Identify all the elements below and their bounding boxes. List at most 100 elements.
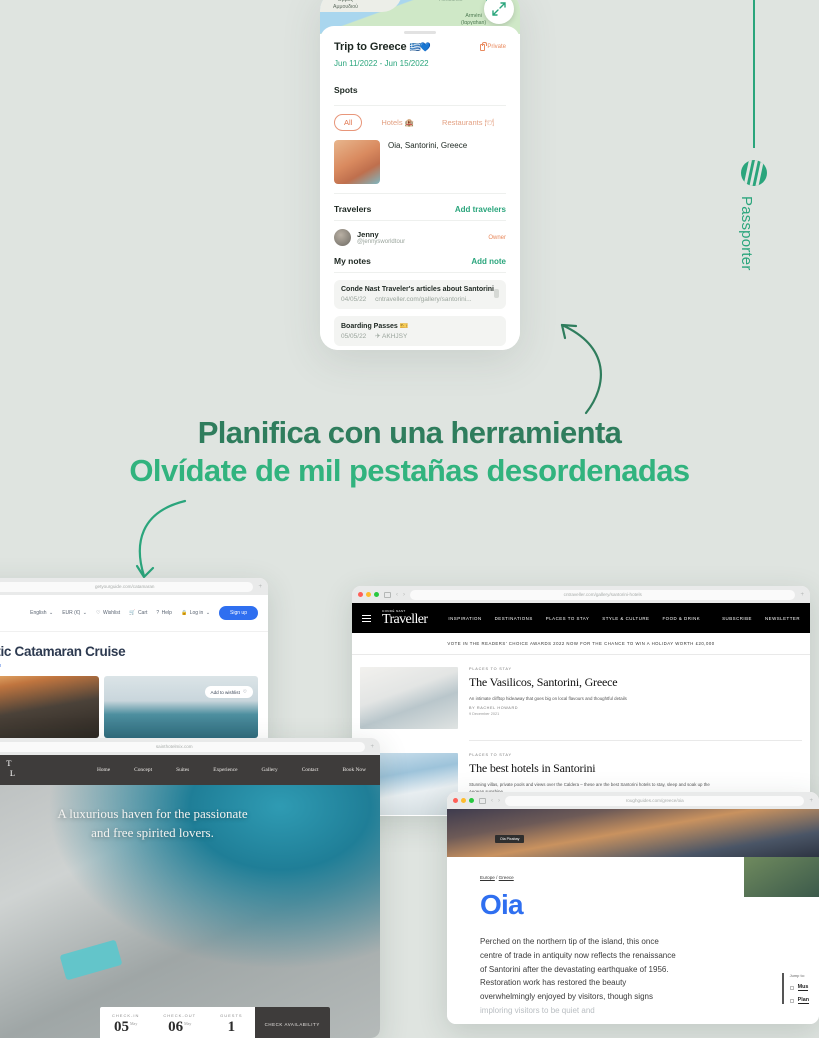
article-row[interactable]: PLACES TO STAY The Vasilicos, Santorini,… <box>352 655 810 729</box>
site-logo[interactable]: S A I N T H O T E L S A N T O R I N I <box>0 758 20 781</box>
nav-login[interactable]: 🔒 Log in ⌄ <box>181 610 210 616</box>
note-item[interactable]: Boarding Passes 🎫 05/05/22 ✈ AKHJSY <box>334 315 506 346</box>
new-tab-icon[interactable]: + <box>809 798 813 804</box>
logo-sub: S A N T O R I N I <box>0 778 20 781</box>
checkout-field[interactable]: CHECK-OUT 06May <box>151 1007 208 1038</box>
nav-concept[interactable]: Concept <box>134 767 152 773</box>
checkin-day: 05 <box>114 1019 129 1035</box>
breadcrumb: Europe / Greece <box>480 875 819 880</box>
privacy-label: Private <box>487 44 506 50</box>
spot-name: Oia, Santorini, Greece <box>388 141 468 150</box>
nav-newsletter[interactable]: NEWSLETTER <box>765 616 800 621</box>
hero-image: A luxurious haven for the passionate and… <box>0 785 380 1038</box>
sidebar-icon[interactable] <box>384 591 391 598</box>
address-bar[interactable]: roughguides.com/greece/oia <box>505 795 805 806</box>
nav-currency[interactable]: EUR (€) ⌄ <box>62 610 87 616</box>
filter-chip-all[interactable]: All <box>334 114 363 131</box>
hero-image: Oia Pixabay <box>447 809 819 857</box>
nav-wishlist[interactable]: ♡ Wishlist <box>96 610 120 616</box>
nav-places-to-stay[interactable]: PLACES TO STAY <box>546 616 590 621</box>
tour-photo-sunset[interactable] <box>0 676 99 738</box>
traveler-row[interactable]: Jenny @jennysworldtour Owner <box>334 229 506 246</box>
nav-home[interactable]: Home <box>97 767 110 773</box>
travelers-header: Travelers Add travelers <box>334 204 506 221</box>
nav-login-label: Log in <box>189 610 204 616</box>
new-tab-icon[interactable]: + <box>370 744 374 750</box>
breadcrumb-europe[interactable]: Europe <box>480 875 495 880</box>
browser-window-oia-guide: ‹ › roughguides.com/greece/oia + Oia Pix… <box>447 792 819 1024</box>
back-icon[interactable]: ‹ <box>396 592 398 598</box>
site-logo[interactable]: CONDÉ NAST Traveller <box>382 610 428 627</box>
nav-food-drink[interactable]: FOOD & DRINK <box>662 616 700 621</box>
trip-sheet: Trip to Greece 🇬🇷💙 Private Jun 11/2022 -… <box>320 26 520 350</box>
add-note-button[interactable]: Add note <box>471 257 506 266</box>
filter-chip-nightlife[interactable]: Nigh <box>513 115 520 130</box>
phone-mockup: ΌρμοςΑμμουδιού Oia Hohbunsk Arméni(Ιαργα… <box>320 0 520 350</box>
check-availability-button[interactable]: CHECK AVAILABILITY <box>254 1007 330 1038</box>
chevron-down-icon: ⌄ <box>205 610 211 616</box>
article-title[interactable]: The Vasilicos, Santorini, Greece <box>469 675 627 690</box>
nav-gallery[interactable]: Gallery <box>262 767 278 773</box>
nav-style-culture[interactable]: STYLE & CULTURE <box>602 616 649 621</box>
tour-operator[interactable]: SantoriniYachtingClub <box>0 659 268 669</box>
nav-cart-label: Cart <box>137 610 148 616</box>
browser-window-saint-hotel: ‹ › sainthotelmix.com + S A I N T H O T … <box>0 738 380 1038</box>
nav-book-now[interactable]: Book Now <box>342 767 366 773</box>
lock-icon <box>480 41 487 51</box>
site-nav: S A I N T H O T E L S A N T O R I N I Ho… <box>0 755 380 785</box>
nav-inspiration[interactable]: INSPIRATION <box>448 616 481 621</box>
article-date: 9 December 2021 <box>469 712 500 717</box>
window-controls[interactable] <box>358 592 379 597</box>
breadcrumb-greece[interactable]: Greece <box>499 875 514 880</box>
spots-section-title: Spots <box>334 85 358 95</box>
nav-destinations[interactable]: DESTINATIONS <box>495 616 533 621</box>
nav-experience[interactable]: Experience <box>213 767 237 773</box>
hamburger-icon[interactable] <box>362 613 371 624</box>
note-item[interactable]: Conde Nast Traveler's articles about San… <box>334 280 506 309</box>
spot-list-item[interactable]: Oia, Santorini, Greece <box>334 140 506 194</box>
nav-contact[interactable]: Contact <box>302 767 319 773</box>
nav-wishlist-label: Wishlist <box>102 610 121 616</box>
promo-banner[interactable]: VOTE IN THE READERS' CHOICE AWARDS 2022 … <box>352 633 810 655</box>
map-label-hohbunsk: Hohbunsk <box>439 0 463 3</box>
filter-chip-restaurants[interactable]: Restaurants 🍽 <box>433 115 503 130</box>
body-paragraph: Perched on the northern tip of the islan… <box>480 935 676 1018</box>
sheet-drag-handle[interactable] <box>404 31 436 34</box>
guests-stepper[interactable]: GUESTS 1 <box>208 1007 254 1038</box>
nav-cart[interactable]: 🛒 Cart <box>129 610 147 616</box>
pool-shape <box>59 939 122 981</box>
address-bar[interactable]: cntraveller.com/gallery/santorini-hotels <box>410 589 796 600</box>
add-to-wishlist-button[interactable]: Add to wishlist ♡ <box>204 686 253 698</box>
address-bar[interactable]: sainthotelmix.com <box>0 741 366 752</box>
logo-line-1: S A I N T <box>0 758 17 769</box>
tour-photo-boat[interactable]: Add to wishlist ♡ <box>103 676 258 738</box>
address-bar[interactable]: getyourguide.com/catamaran <box>0 581 254 592</box>
new-tab-icon[interactable]: + <box>258 584 262 590</box>
notes-header: My notes Add note <box>334 256 506 273</box>
map-label-armeni: Arméni (Ιαργαhan) <box>461 13 487 26</box>
add-travelers-button[interactable]: Add travelers <box>455 205 506 214</box>
nav-suites[interactable]: Suites <box>176 767 189 773</box>
sidebar-icon[interactable] <box>479 797 486 804</box>
forward-icon[interactable]: › <box>498 798 500 804</box>
new-tab-icon[interactable]: + <box>800 592 804 598</box>
window-controls[interactable] <box>453 798 474 803</box>
checkout-day: 06 <box>168 1019 184 1035</box>
article-title[interactable]: The best hotels in Santorini <box>469 761 724 776</box>
article-kicker: PLACES TO STAY <box>469 667 512 671</box>
nav-subscribe[interactable]: SUBSCRIBE <box>722 616 752 621</box>
nav-help[interactable]: ? Help <box>156 610 172 616</box>
checkin-field[interactable]: CHECK-IN 05May <box>100 1007 151 1038</box>
headline-line-2: Olvídate de mil pestañas desordenadas <box>129 453 690 488</box>
breadcrumb-separator: / <box>496 875 498 880</box>
privacy-badge[interactable]: Private <box>480 41 506 51</box>
filter-chip-hotels[interactable]: Hotels 🏨 <box>372 115 423 130</box>
site-nav: English ⌄ EUR (€) ⌄ ♡ Wishlist 🛒 Cart ? Help … <box>0 595 268 632</box>
signup-button[interactable]: Sign up <box>219 606 258 620</box>
forward-icon[interactable]: › <box>403 592 405 598</box>
nav-language[interactable]: English ⌄ <box>30 610 53 616</box>
browser-window-catamaran: ‹ › getyourguide.com/catamaran + English… <box>0 578 268 748</box>
back-icon[interactable]: ‹ <box>491 798 493 804</box>
checkin-value: 05May <box>112 1019 139 1036</box>
article-byline: BY RACHEL HOWARD <box>469 706 519 711</box>
